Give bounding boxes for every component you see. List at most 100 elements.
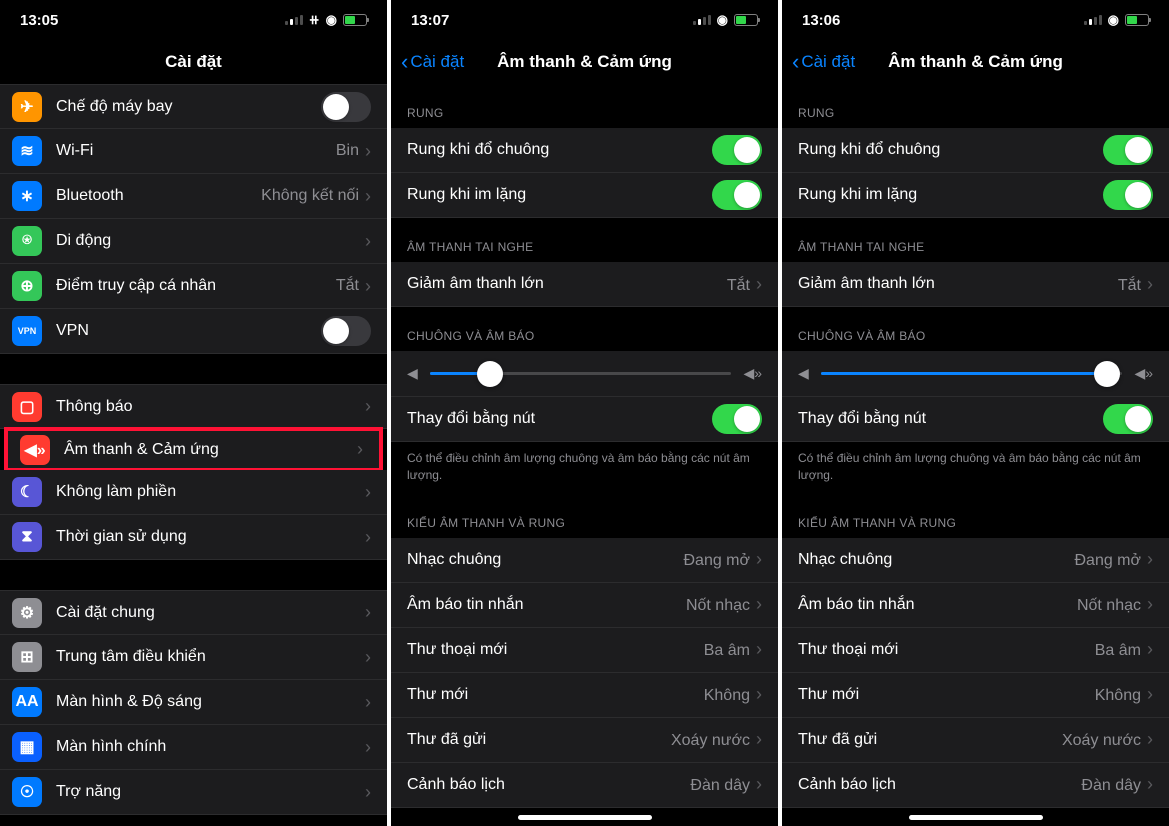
- status-bar: 13:06 ◉: [782, 0, 1169, 40]
- row-label: Âm thanh & Cảm ứng: [64, 441, 357, 459]
- bluetooth-row[interactable]: ∗BluetoothKhông kết nối›: [0, 174, 387, 219]
- home-indicator[interactable]: [518, 815, 652, 820]
- new-mail-row[interactable]: Thư mớiKhông›: [391, 673, 778, 718]
- toggle-switch[interactable]: [321, 316, 371, 346]
- row-label: Thời gian sử dụng: [56, 528, 365, 546]
- section-header: KIỂU ÂM THANH VÀ RUNG: [391, 494, 778, 538]
- row-label: Thư mới: [407, 686, 704, 704]
- section-header: RUNG: [391, 84, 778, 128]
- airplane-mode-row[interactable]: ✈︎Chế độ máy bay: [0, 84, 387, 129]
- settings-screen: 13:05 ⧺ ◉ Cài đặt ✈︎Chế độ máy bay≋Wi-Fi…: [0, 0, 387, 826]
- battery-icon: [1125, 14, 1149, 26]
- row-value: Đang mở: [683, 552, 750, 569]
- vibrate-on-ring-row[interactable]: Rung khi đổ chuông: [782, 128, 1169, 173]
- chevron-right-icon: ›: [365, 186, 371, 207]
- status-time: 13:06: [802, 12, 840, 29]
- row-value: Không: [1095, 687, 1141, 704]
- page-title: Cài đặt: [165, 52, 222, 72]
- ringtone-row[interactable]: Nhạc chuôngĐang mở›: [391, 538, 778, 583]
- volume-slider[interactable]: [821, 372, 1123, 375]
- display-row[interactable]: AAMàn hình & Độ sáng›: [0, 680, 387, 725]
- row-value: Đàn dây: [690, 777, 750, 794]
- sent-mail-row[interactable]: Thư đã gửiXoáy nước›: [391, 718, 778, 763]
- sounds-row[interactable]: ◀» Âm thanh & Cảm ứng›: [4, 427, 383, 472]
- back-button[interactable]: ‹ Cài đặt: [401, 51, 464, 73]
- chevron-right-icon: ›: [756, 774, 762, 794]
- battery-icon: [734, 14, 758, 26]
- screentime-row[interactable]: ⧗Thời gian sử dụng›: [0, 515, 387, 560]
- notifications-row-icon: ▢: [12, 392, 42, 422]
- page-title: Âm thanh & Cảm ứng: [497, 52, 672, 72]
- reduce-loud-sounds-row[interactable]: Giảm âm thanh lớnTắt›: [782, 262, 1169, 307]
- chevron-right-icon: ›: [1147, 684, 1153, 704]
- toggle-switch[interactable]: [321, 92, 371, 122]
- back-button[interactable]: ‹ Cài đặt: [792, 51, 855, 73]
- speaker-low-icon: ◀: [407, 365, 418, 382]
- slider-thumb[interactable]: [477, 361, 503, 387]
- row-label: Cảnh báo lịch: [798, 776, 1081, 794]
- chevron-right-icon: ›: [1147, 729, 1153, 749]
- toggle-switch[interactable]: [1103, 404, 1153, 434]
- battery-icon: [343, 14, 367, 26]
- new-mail-row[interactable]: Thư mớiKhông›: [782, 673, 1169, 718]
- text-tone-row[interactable]: Âm báo tin nhắnNốt nhạc›: [391, 583, 778, 628]
- chevron-right-icon: ›: [365, 396, 371, 417]
- home-indicator[interactable]: [909, 815, 1043, 820]
- volume-slider[interactable]: [430, 372, 732, 375]
- homescreen-row[interactable]: ▦Màn hình chính›: [0, 725, 387, 770]
- voicemail-row[interactable]: Thư thoại mớiBa âm›: [782, 628, 1169, 673]
- dnd-row[interactable]: ☾Không làm phiền›: [0, 470, 387, 515]
- sounds-row-icon: ◀»: [20, 435, 50, 465]
- calendar-row[interactable]: Cảnh báo lịchĐàn dây›: [391, 763, 778, 808]
- cellular-row[interactable]: ⍟Di động›: [0, 219, 387, 264]
- bluetooth-row-icon: ∗: [12, 181, 42, 211]
- chevron-right-icon: ›: [357, 439, 363, 460]
- vibrate-on-silent-row[interactable]: Rung khi im lặng: [391, 173, 778, 218]
- wifi-status-icon: ◉: [717, 12, 728, 28]
- general-row[interactable]: ⚙Cài đặt chung›: [0, 590, 387, 635]
- accessibility-row-icon: ☉: [12, 777, 42, 807]
- toggle-switch[interactable]: [1103, 135, 1153, 165]
- chevron-right-icon: ›: [1147, 774, 1153, 794]
- row-label: Không làm phiền: [56, 483, 365, 501]
- change-with-buttons-row[interactable]: Thay đổi bằng nút: [391, 397, 778, 442]
- hotspot-row[interactable]: ⊕Điểm truy cập cá nhânTắt›: [0, 264, 387, 309]
- toggle-switch[interactable]: [712, 404, 762, 434]
- vibrate-on-silent-row[interactable]: Rung khi im lặng: [782, 173, 1169, 218]
- row-label: Chế độ máy bay: [56, 98, 321, 116]
- ringtone-row[interactable]: Nhạc chuôngĐang mở›: [782, 538, 1169, 583]
- speaker-high-icon: ◀»: [743, 365, 762, 382]
- speaker-high-icon: ◀»: [1134, 365, 1153, 382]
- reduce-loud-sounds-row[interactable]: Giảm âm thanh lớnTắt›: [391, 262, 778, 307]
- toggle-switch[interactable]: [712, 180, 762, 210]
- row-label: Rung khi đổ chuông: [798, 141, 1103, 159]
- chevron-right-icon: ›: [756, 274, 762, 294]
- vpn-row[interactable]: VPNVPN: [0, 309, 387, 354]
- change-with-buttons-row[interactable]: Thay đổi bằng nút: [782, 397, 1169, 442]
- voicemail-row[interactable]: Thư thoại mớiBa âm›: [391, 628, 778, 673]
- row-label: Nhạc chuông: [407, 551, 683, 569]
- row-label: Wi-Fi: [56, 142, 336, 160]
- slider-thumb[interactable]: [1094, 361, 1120, 387]
- sent-mail-row[interactable]: Thư đã gửiXoáy nước›: [782, 718, 1169, 763]
- row-value: Đàn dây: [1081, 777, 1141, 794]
- row-label: Thư thoại mới: [798, 641, 1095, 659]
- nav-bar: ‹ Cài đặt Âm thanh & Cảm ứng: [782, 40, 1169, 84]
- toggle-switch[interactable]: [1103, 180, 1153, 210]
- row-value: Tắt: [727, 277, 750, 294]
- row-value: Ba âm: [704, 642, 750, 659]
- section-footer: Có thể điều chỉnh âm lượng chuông và âm …: [391, 442, 778, 494]
- notifications-row[interactable]: ▢Thông báo›: [0, 384, 387, 429]
- wifi-row[interactable]: ≋Wi-FiBin›: [0, 129, 387, 174]
- row-label: VPN: [56, 322, 321, 340]
- control-center-row[interactable]: ⊞Trung tâm điều khiển›: [0, 635, 387, 680]
- toggle-switch[interactable]: [712, 135, 762, 165]
- text-tone-row[interactable]: Âm báo tin nhắnNốt nhạc›: [782, 583, 1169, 628]
- calendar-row[interactable]: Cảnh báo lịchĐàn dây ›: [782, 763, 1169, 808]
- accessibility-row[interactable]: ☉Trợ năng›: [0, 770, 387, 815]
- row-label: Âm báo tin nhắn: [407, 596, 686, 614]
- section-footer: Có thể điều chỉnh âm lượng chuông và âm …: [782, 442, 1169, 494]
- chevron-right-icon: ›: [365, 276, 371, 297]
- section-header: CHUÔNG VÀ ÂM BÁO: [391, 307, 778, 351]
- vibrate-on-ring-row[interactable]: Rung khi đổ chuông: [391, 128, 778, 173]
